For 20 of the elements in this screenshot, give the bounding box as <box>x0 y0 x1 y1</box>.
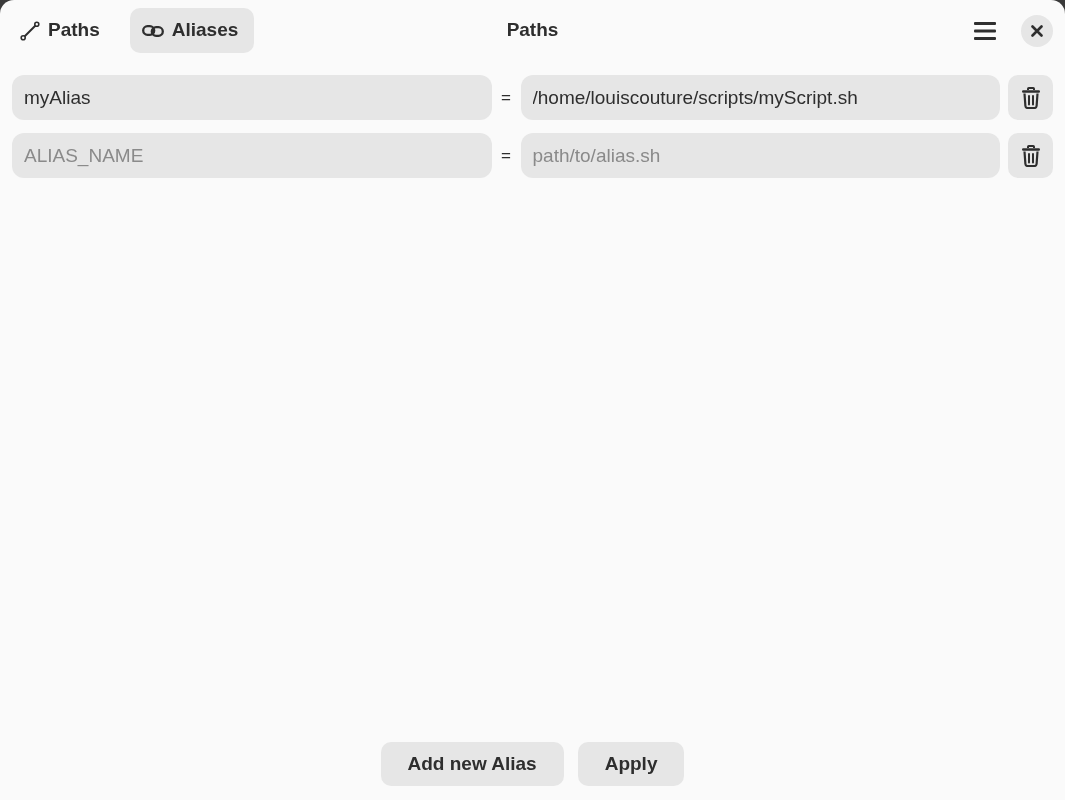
alias-name-field[interactable]: myAlias <box>12 75 492 120</box>
tab[interactable]: Paths <box>12 8 114 53</box>
menu-icon <box>974 21 996 40</box>
trash-icon <box>1020 86 1041 109</box>
add-alias-button[interactable]: Add new Alias <box>380 742 564 786</box>
tab[interactable]: Aliases <box>129 8 255 53</box>
link-icon <box>141 23 164 38</box>
close-icon <box>1031 24 1043 37</box>
close-button[interactable] <box>1021 14 1053 47</box>
alias-name-field[interactable]: ALIAS_NAME <box>12 133 492 178</box>
window-title: Paths <box>506 18 559 43</box>
equals-sign: = <box>500 86 512 109</box>
apply-button[interactable]: Apply <box>577 742 685 786</box>
delete-button[interactable] <box>1008 133 1053 178</box>
trash-icon <box>1020 144 1041 167</box>
equals-sign: = <box>500 144 512 167</box>
alias-path-field[interactable]: path/to/alias.sh <box>520 133 1000 178</box>
path-icon <box>20 20 40 41</box>
alias-path-field[interactable]: /home/louiscouture/scripts/myScript.sh <box>520 75 1000 120</box>
delete-button[interactable] <box>1008 75 1053 120</box>
